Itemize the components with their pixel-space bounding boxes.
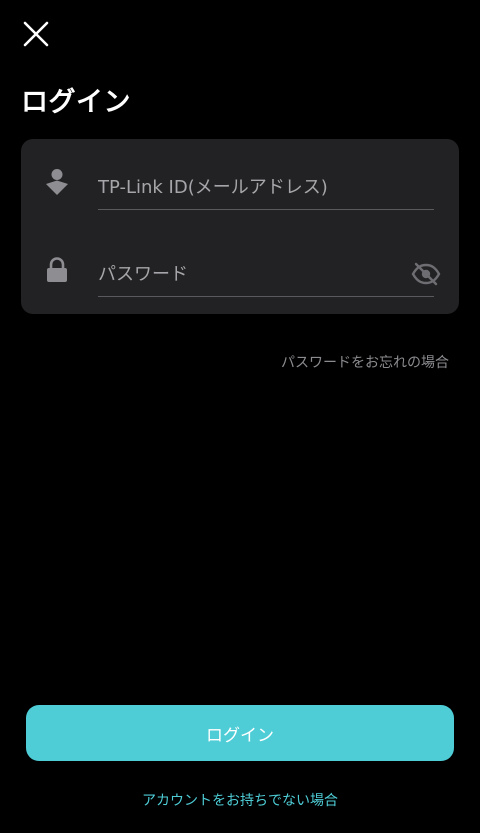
- close-icon: [23, 21, 49, 47]
- close-button[interactable]: [14, 12, 58, 56]
- forgot-password-link[interactable]: パスワードをお忘れの場合: [281, 352, 449, 372]
- page-title: ログイン: [21, 87, 131, 118]
- email-field[interactable]: [98, 165, 434, 210]
- login-button-label: ログイン: [206, 725, 274, 746]
- login-form-card: [21, 139, 459, 314]
- lock-icon: [44, 255, 70, 285]
- email-input[interactable]: [98, 173, 398, 201]
- password-field[interactable]: [98, 252, 441, 297]
- login-button[interactable]: ログイン: [26, 705, 454, 761]
- no-account-link[interactable]: アカウントをお持ちでない場合: [0, 790, 480, 810]
- password-input[interactable]: [98, 260, 398, 288]
- user-icon: [44, 167, 70, 197]
- eye-off-icon: [411, 262, 441, 286]
- toggle-password-visibility-button[interactable]: [406, 258, 446, 290]
